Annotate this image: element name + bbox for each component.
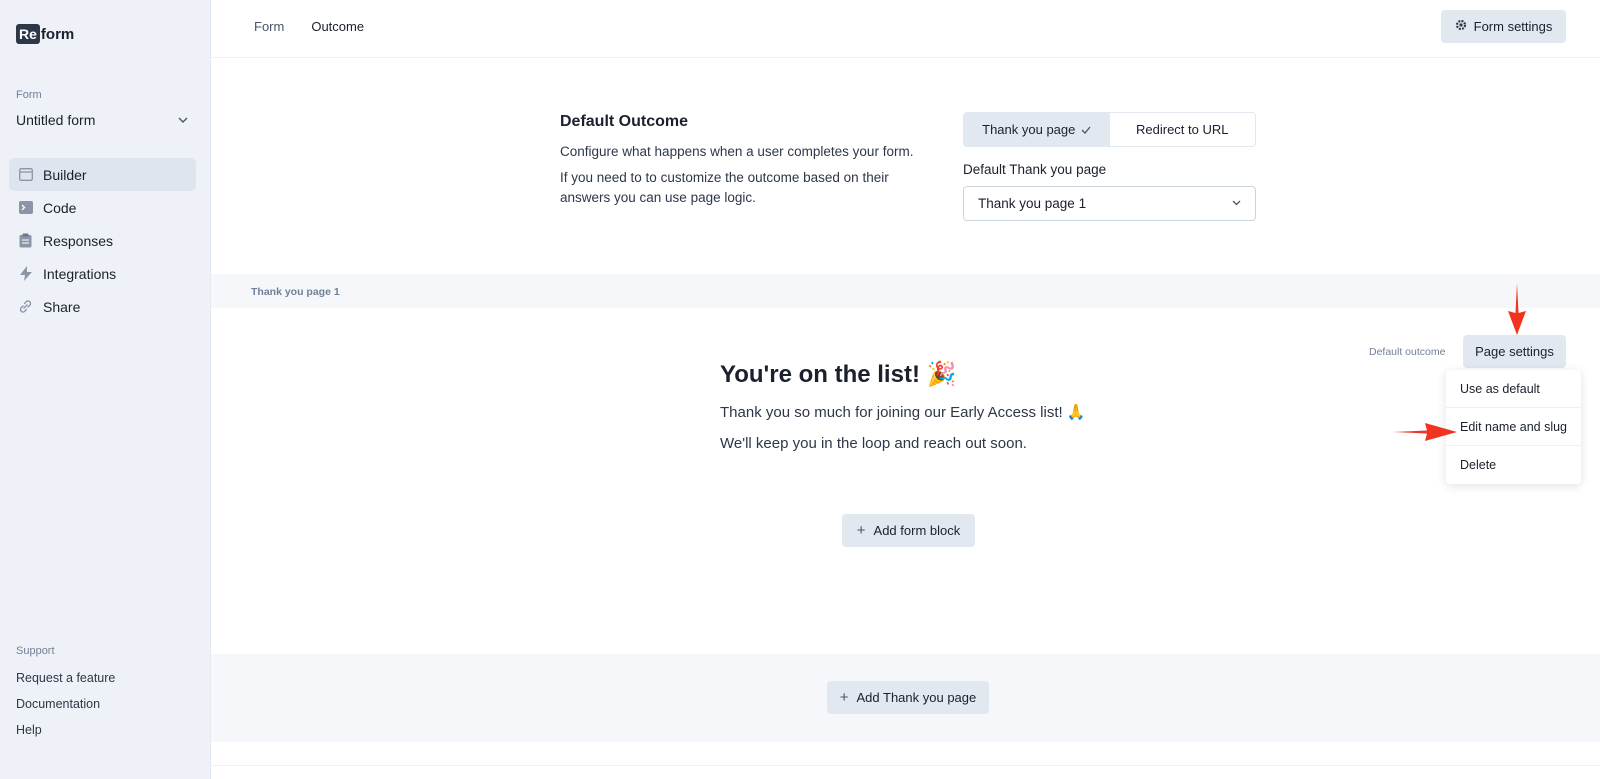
form-settings-label: Form settings <box>1473 19 1553 34</box>
thank-you-heading[interactable]: You're on the list! 🎉 <box>720 360 1220 389</box>
divider <box>211 765 1600 766</box>
add-thank-you-page-button[interactable]: + Add Thank you page <box>827 681 989 714</box>
thank-you-line-1[interactable]: Thank you so much for joining our Early … <box>720 403 1220 421</box>
thank-you-line-2[interactable]: We'll keep you in the loop and reach out… <box>720 435 1220 452</box>
chevron-down-icon <box>178 114 188 126</box>
sidebar-item-responses[interactable]: Responses <box>9 224 196 257</box>
menu-item-delete[interactable]: Delete <box>1446 446 1581 484</box>
menu-item-use-as-default[interactable]: Use as default <box>1446 370 1581 408</box>
tab-form[interactable]: Form <box>254 19 284 34</box>
default-thank-you-select[interactable]: Thank you page 1 <box>963 186 1256 221</box>
page-settings-menu: Use as default Edit name and slug Delete <box>1446 370 1581 484</box>
gear-icon <box>1455 19 1467 34</box>
selected-value: Thank you page 1 <box>978 196 1087 211</box>
sidebar-item-label: Responses <box>43 232 114 249</box>
layout-icon <box>18 167 33 182</box>
request-feature-link[interactable]: Request a feature <box>16 671 115 685</box>
chevron-down-icon <box>1232 198 1241 209</box>
sidebar-item-label: Integrations <box>43 265 117 282</box>
reform-logo[interactable]: Re form <box>16 24 74 44</box>
thank-you-page-option[interactable]: Thank you page <box>964 113 1110 146</box>
plus-icon: + <box>839 689 849 706</box>
thank-you-page-name: Thank you page 1 <box>251 286 340 298</box>
support-label: Support <box>16 645 55 657</box>
top-bar: Form Outcome Form settings <box>211 0 1600 58</box>
default-thank-you-label: Default Thank you page <box>963 162 1107 177</box>
redirect-to-url-option[interactable]: Redirect to URL <box>1110 113 1256 146</box>
sidebar-item-share[interactable]: Share <box>9 290 196 323</box>
outcome-type-toggle: Thank you page Redirect to URL <box>963 112 1256 147</box>
default-outcome-title: Default Outcome <box>560 113 689 130</box>
sidebar-item-label: Code <box>43 199 77 216</box>
help-link[interactable]: Help <box>16 723 115 737</box>
sidebar-item-builder[interactable]: Builder <box>9 158 196 191</box>
sidebar-item-integrations[interactable]: Integrations <box>9 257 196 290</box>
thank-you-page-header: Thank you page 1 <box>211 274 1600 308</box>
sidebar-nav: Builder Code Responses Integrations Shar… <box>9 158 196 323</box>
form-label: Form <box>16 89 42 101</box>
bolt-icon <box>18 266 33 281</box>
thank-you-content: You're on the list! 🎉 Thank you so much … <box>720 360 1220 466</box>
sidebar-item-label: Share <box>43 298 81 315</box>
menu-item-edit-name-and-slug[interactable]: Edit name and slug <box>1446 408 1581 446</box>
terminal-icon <box>18 200 33 215</box>
sidebar-item-label: Builder <box>43 166 87 183</box>
sidebar-item-code[interactable]: Code <box>9 191 196 224</box>
default-outcome-description: Configure what happens when a user compl… <box>560 144 914 159</box>
plus-icon: + <box>856 522 866 539</box>
tab-outcome[interactable]: Outcome <box>311 19 364 34</box>
documentation-link[interactable]: Documentation <box>16 697 115 711</box>
support-section: Support Request a feature Documentation … <box>16 645 115 749</box>
sidebar: Re form Form Untitled form Builder Code R… <box>0 0 211 779</box>
default-outcome-badge: Default outcome <box>1369 346 1446 358</box>
check-icon <box>1081 122 1091 137</box>
link-icon <box>18 299 33 314</box>
clipboard-icon <box>18 233 33 248</box>
page-logic-hint: If you need to to customize the outcome … <box>560 170 889 205</box>
form-settings-button[interactable]: Form settings <box>1441 10 1566 43</box>
add-form-block-button[interactable]: + Add form block <box>842 514 975 547</box>
page-settings-button[interactable]: Page settings <box>1463 335 1566 368</box>
breadcrumb: Form Outcome <box>254 19 364 34</box>
default-outcome-section: Default Outcome Configure what happens w… <box>560 113 930 214</box>
form-selector[interactable]: Untitled form <box>16 112 188 128</box>
form-name: Untitled form <box>16 112 96 128</box>
